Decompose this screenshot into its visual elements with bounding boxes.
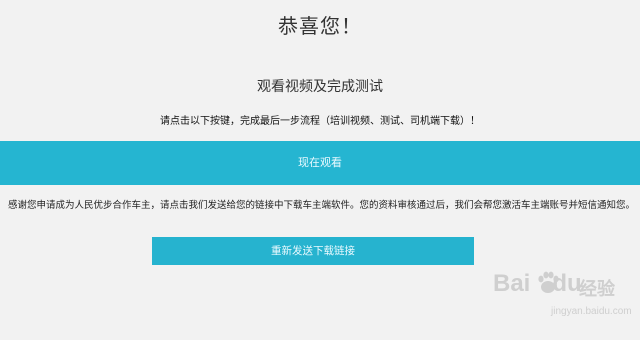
- thanks-message: 感谢您申请成为人民优步合作车主，请点击我们发送给您的链接中下载车主端软件。您的资…: [8, 200, 636, 211]
- page: 恭喜您！ 观看视频及完成测试 请点击以下按键，完成最后一步流程（培训视频、测试、…: [0, 0, 640, 340]
- baidu-jingyan-watermark: Bai du 经验 jingyan.baidu.com: [493, 266, 632, 326]
- watermark-url: jingyan.baidu.com: [551, 306, 632, 317]
- paw-icon: [538, 271, 559, 293]
- resend-download-link-button[interactable]: 重新发送下载链接: [152, 237, 474, 265]
- watch-now-button[interactable]: 现在观看: [0, 141, 640, 185]
- page-title: 恭喜您！: [278, 14, 362, 38]
- watermark-jingyan: 经验: [579, 279, 615, 300]
- instruction-text: 请点击以下按键，完成最后一步流程（培训视频、测试、司机端下载）！: [160, 116, 480, 127]
- watermark-brand-left: Bai: [493, 270, 531, 297]
- page-subtitle: 观看视频及完成测试: [257, 79, 383, 95]
